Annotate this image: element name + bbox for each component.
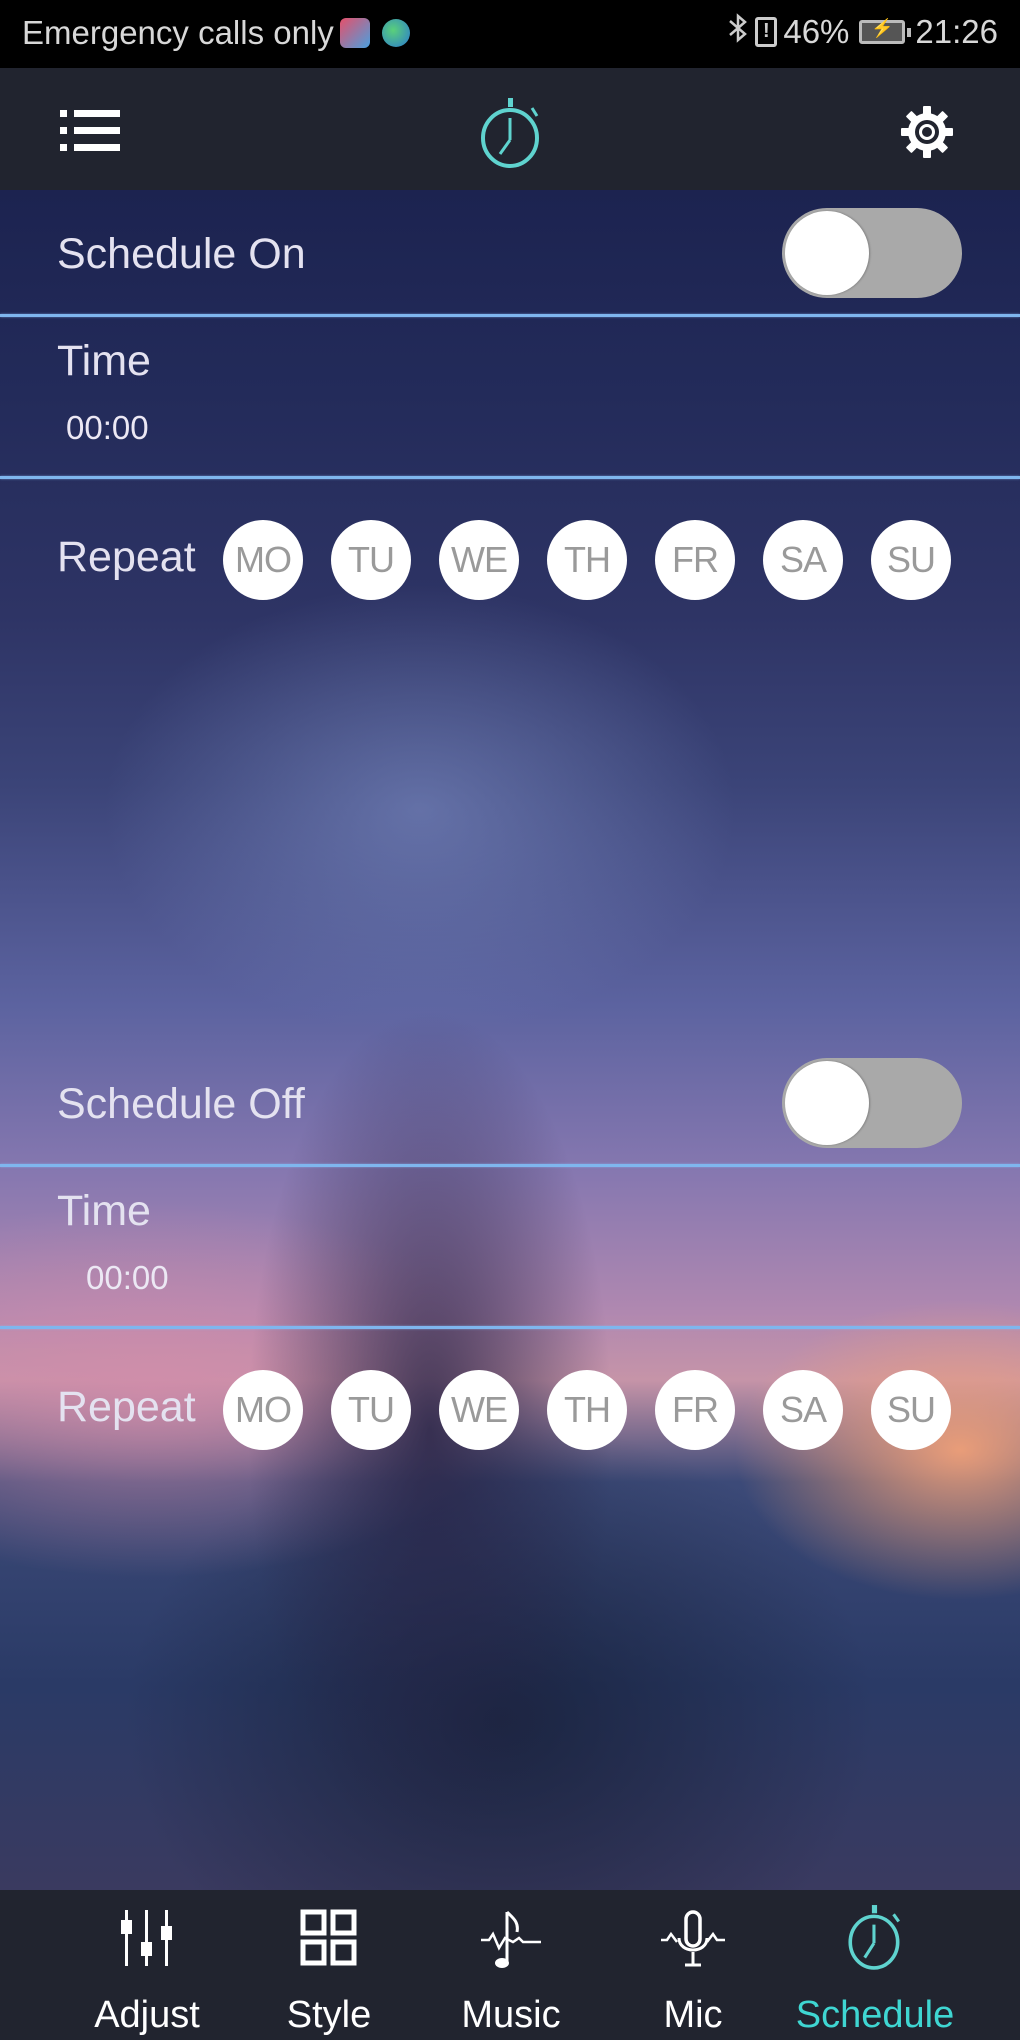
day-button-we[interactable]: WE: [439, 520, 519, 600]
menu-button[interactable]: [58, 106, 122, 156]
nav-item-style[interactable]: Style: [238, 1890, 420, 2040]
day-button-sa[interactable]: SA: [763, 1370, 843, 1450]
carrier-text: Emergency calls only: [22, 14, 334, 51]
schedule-off-days: MO TU WE TH FR SA SU: [223, 1370, 951, 1450]
nav-item-schedule[interactable]: Schedule: [784, 1890, 966, 2040]
divider: [0, 1326, 1020, 1329]
status-left: Emergency calls only: [22, 14, 410, 52]
menu-list-icon: [60, 110, 120, 151]
schedule-off-repeat-row: Repeat MO TU WE TH FR SA SU: [0, 1370, 1020, 1480]
schedule-off-time-row[interactable]: Time 00:00: [0, 1167, 1020, 1327]
day-button-su[interactable]: SU: [871, 1370, 951, 1450]
schedule-on-row: Schedule On: [0, 190, 1020, 316]
grid-icon: [300, 1909, 357, 1966]
schedule-on-repeat-row: Repeat MO TU WE TH FR SA SU: [0, 520, 1020, 630]
day-button-mo[interactable]: MO: [223, 1370, 303, 1450]
day-button-sa[interactable]: SA: [763, 520, 843, 600]
status-bar: Emergency calls only ! 46% ⚡ 21:26: [0, 0, 1020, 68]
time-label: Time: [57, 1187, 151, 1235]
divider: [0, 476, 1020, 479]
day-button-we[interactable]: WE: [439, 1370, 519, 1450]
sim-alert-icon: !: [755, 17, 778, 47]
clock-time: 21:26: [915, 13, 998, 50]
day-button-fr[interactable]: FR: [655, 1370, 735, 1450]
stopwatch-icon: [478, 96, 544, 168]
stopwatch-icon: [848, 1905, 900, 1970]
sliders-icon: [121, 1910, 172, 1966]
battery-charging-icon: ⚡: [859, 18, 912, 44]
gear-icon: [901, 106, 953, 158]
schedule-off-time-value[interactable]: 00:00: [86, 1259, 169, 1297]
toggle-knob: [785, 1061, 869, 1145]
music-note-icon: [481, 1910, 541, 1968]
bottom-nav: Adjust Style Music Mic Schedule: [0, 1890, 1020, 2040]
schedule-on-label: Schedule On: [57, 230, 306, 278]
day-button-fr[interactable]: FR: [655, 520, 735, 600]
nav-item-music[interactable]: Music: [420, 1890, 602, 2040]
toggle-knob: [785, 211, 869, 295]
nav-label: Schedule: [795, 1994, 955, 2036]
globe-app-icon: [381, 19, 410, 47]
day-button-su[interactable]: SU: [871, 520, 951, 600]
time-label: Time: [57, 337, 151, 385]
nav-label: Style: [286, 1994, 372, 2036]
nav-label: Adjust: [94, 1994, 200, 2036]
repeat-label: Repeat: [57, 533, 196, 581]
nav-item-adjust[interactable]: Adjust: [56, 1890, 238, 2040]
schedule-off-label: Schedule Off: [57, 1080, 305, 1128]
schedule-on-time-row[interactable]: Time 00:00: [0, 317, 1020, 477]
app-notification-icon: [339, 18, 370, 48]
status-right: ! 46% ⚡ 21:26: [727, 12, 998, 52]
bluetooth-icon: [727, 12, 749, 52]
nav-label: Mic: [663, 1994, 723, 2036]
schedule-content: Schedule On Time 00:00 Repeat MO TU WE T…: [0, 190, 1020, 1890]
schedule-off-row: Schedule Off: [0, 1040, 1020, 1166]
schedule-off-toggle[interactable]: [782, 1058, 962, 1148]
day-button-tu[interactable]: TU: [331, 520, 411, 600]
nav-item-mic[interactable]: Mic: [602, 1890, 784, 2040]
day-button-mo[interactable]: MO: [223, 520, 303, 600]
schedule-on-time-value[interactable]: 00:00: [66, 409, 149, 447]
battery-percent: 46%: [783, 13, 850, 50]
day-button-th[interactable]: TH: [547, 520, 627, 600]
app-bar: [0, 68, 1020, 190]
repeat-label: Repeat: [57, 1383, 196, 1431]
schedule-on-toggle[interactable]: [782, 208, 962, 298]
schedule-on-days: MO TU WE TH FR SA SU: [223, 520, 951, 600]
microphone-icon: [661, 1910, 725, 1967]
settings-button[interactable]: [900, 105, 954, 159]
day-button-tu[interactable]: TU: [331, 1370, 411, 1450]
day-button-th[interactable]: TH: [547, 1370, 627, 1450]
nav-label: Music: [461, 1994, 561, 2036]
